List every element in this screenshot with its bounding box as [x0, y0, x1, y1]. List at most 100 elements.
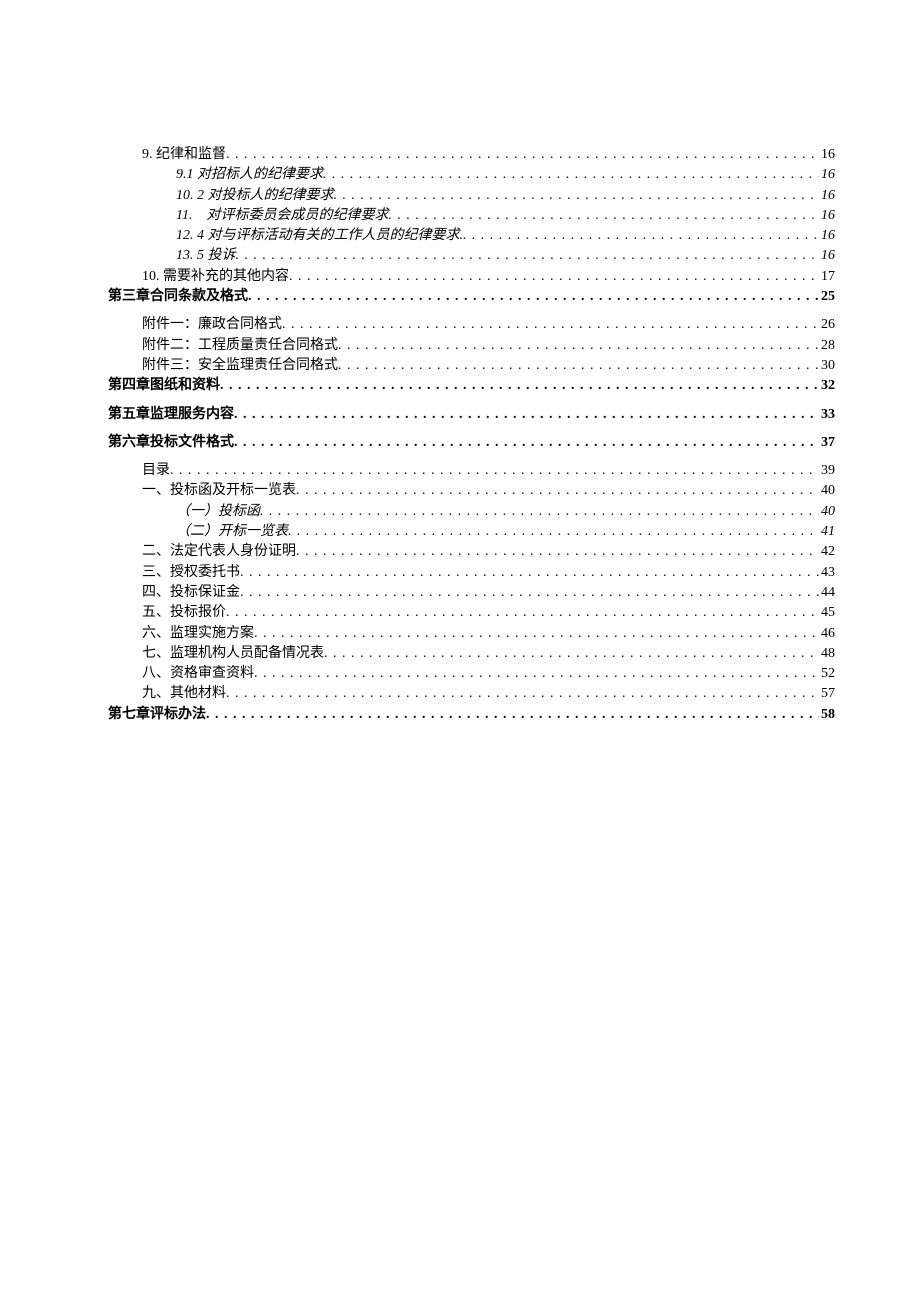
- toc-leader-dots: [234, 433, 819, 453]
- toc-label: 12. 4 对与评标活动有关的工作人员的纪律要求.: [176, 226, 463, 246]
- toc-label: 一、投标函及开标一览表: [142, 481, 296, 501]
- toc-page-number: 46: [819, 624, 835, 644]
- toc-leader-dots: [260, 502, 819, 522]
- toc-page-number: 16: [819, 246, 835, 266]
- toc-entry: 七、监理机构人员配备情况表48: [108, 644, 835, 664]
- toc-page-number: 17: [819, 267, 835, 287]
- toc-label: 9. 纪律和监督: [142, 145, 226, 165]
- toc-leader-dots: [220, 376, 819, 396]
- toc-entry: 9. 纪律和监督16: [108, 145, 835, 165]
- toc-label: （二）开标一览表: [176, 522, 288, 542]
- toc-entry: 六、监理实施方案 46: [108, 624, 835, 644]
- toc-leader-dots: [282, 315, 819, 335]
- toc-entry: 五、投标报价 45: [108, 603, 835, 623]
- toc-leader-dots: [338, 336, 819, 356]
- toc-leader-dots: [296, 481, 819, 501]
- toc-entry: 11. 对评标委员会成员的纪律要求 16: [108, 206, 835, 226]
- toc-label: 10. 需要补充的其他内容: [142, 267, 289, 287]
- toc-leader-dots: [206, 705, 819, 725]
- toc-leader-dots: [289, 267, 819, 287]
- toc-label: 六、监理实施方案: [142, 624, 254, 644]
- toc-entry: 13. 5 投诉 16: [108, 246, 835, 266]
- toc-entry: 目录 39: [108, 461, 835, 481]
- toc-leader-dots: [226, 603, 819, 623]
- toc-leader-dots: [338, 356, 819, 376]
- toc-entry: 附件三：安全监理责任合同格式 30: [108, 356, 835, 376]
- toc-page-number: 58: [819, 705, 835, 725]
- toc-page-number: 16: [819, 186, 835, 206]
- table-of-contents: 9. 纪律和监督169.1 对招标人的纪律要求1610. 2 对投标人的纪律要求…: [108, 145, 835, 725]
- toc-label: 附件一：廉政合同格式: [142, 315, 282, 335]
- toc-leader-dots: [254, 624, 819, 644]
- toc-leader-dots: [463, 226, 819, 246]
- toc-entry: 10. 2 对投标人的纪律要求 16: [108, 186, 835, 206]
- toc-page-number: 44: [819, 583, 835, 603]
- toc-label: （一）投标函: [176, 502, 260, 522]
- toc-leader-dots: [388, 206, 819, 226]
- toc-leader-dots: [236, 246, 820, 266]
- toc-entry: 10. 需要补充的其他内容 17: [108, 267, 835, 287]
- toc-entry: 12. 4 对与评标活动有关的工作人员的纪律要求. 16: [108, 226, 835, 246]
- toc-leader-dots: [226, 684, 819, 704]
- toc-entry: 八、资格审查资料 52: [108, 664, 835, 684]
- toc-page-number: 28: [819, 336, 835, 356]
- toc-leader-dots: [234, 405, 819, 425]
- toc-label: 第三章合同条款及格式: [108, 287, 248, 307]
- toc-page-number: 30: [819, 356, 835, 376]
- toc-leader-dots: [240, 583, 819, 603]
- toc-page-number: 33: [819, 405, 835, 425]
- toc-leader-dots: [296, 542, 819, 562]
- toc-label: 二、法定代表人身份证明: [142, 542, 296, 562]
- toc-leader-dots: [323, 165, 819, 185]
- toc-page-number: 26: [819, 315, 835, 335]
- toc-entry: 四、投标保证金 44: [108, 583, 835, 603]
- toc-label: 第四章图纸和资料: [108, 376, 220, 396]
- toc-page-number: 43: [819, 563, 835, 583]
- toc-entry: （一）投标函 40: [108, 502, 835, 522]
- toc-leader-dots: [226, 145, 819, 165]
- toc-leader-dots: [324, 644, 819, 664]
- toc-label: 五、投标报价: [142, 603, 226, 623]
- toc-leader-dots: [254, 664, 819, 684]
- toc-page-number: 16: [819, 226, 835, 246]
- toc-page-number: 39: [819, 461, 835, 481]
- toc-page-number: 16: [819, 206, 835, 226]
- toc-page-number: 37: [819, 433, 835, 453]
- toc-page-number: 40: [819, 502, 835, 522]
- toc-page-number: 32: [819, 376, 835, 396]
- toc-leader-dots: [288, 522, 819, 542]
- toc-entry: 一、投标函及开标一览表 40: [108, 481, 835, 501]
- toc-page-number: 52: [819, 664, 835, 684]
- toc-entry: （二）开标一览表 41: [108, 522, 835, 542]
- toc-entry: 9.1 对招标人的纪律要求 16: [108, 165, 835, 185]
- toc-label: 10. 2 对投标人的纪律要求: [176, 186, 334, 206]
- toc-label: 第五章监理服务内容: [108, 405, 234, 425]
- toc-label: 四、投标保证金: [142, 583, 240, 603]
- toc-label: 11. 对评标委员会成员的纪律要求: [176, 206, 388, 226]
- toc-leader-dots: [170, 461, 819, 481]
- toc-label: 九、其他材料: [142, 684, 226, 704]
- toc-entry: 附件二：工程质量责任合同格式 28: [108, 336, 835, 356]
- toc-label: 附件二：工程质量责任合同格式: [142, 336, 338, 356]
- toc-entry: 第四章图纸和资料 32: [108, 376, 835, 396]
- toc-label: 目录: [142, 461, 170, 481]
- toc-page-number: 16: [819, 165, 835, 185]
- toc-entry: 九、其他材料57: [108, 684, 835, 704]
- toc-entry: 第六章投标文件格式 37: [108, 433, 835, 453]
- toc-entry: 附件一：廉政合同格式 26: [108, 315, 835, 335]
- toc-page-number: 40: [819, 481, 835, 501]
- toc-leader-dots: [240, 563, 819, 583]
- toc-entry: 二、法定代表人身份证明42: [108, 542, 835, 562]
- toc-entry: 第七章评标办法58: [108, 705, 835, 725]
- toc-entry: 第五章监理服务内容 33: [108, 405, 835, 425]
- toc-page-number: 45: [819, 603, 835, 623]
- toc-label: 三、授权委托书: [142, 563, 240, 583]
- toc-label: 13. 5 投诉: [176, 246, 236, 266]
- toc-label: 附件三：安全监理责任合同格式: [142, 356, 338, 376]
- toc-label: 9.1 对招标人的纪律要求: [176, 165, 323, 185]
- toc-page-number: 25: [819, 287, 835, 307]
- toc-label: 第六章投标文件格式: [108, 433, 234, 453]
- toc-label: 八、资格审查资料: [142, 664, 254, 684]
- toc-entry: 第三章合同条款及格式 25: [108, 287, 835, 307]
- toc-page-number: 41: [819, 522, 835, 542]
